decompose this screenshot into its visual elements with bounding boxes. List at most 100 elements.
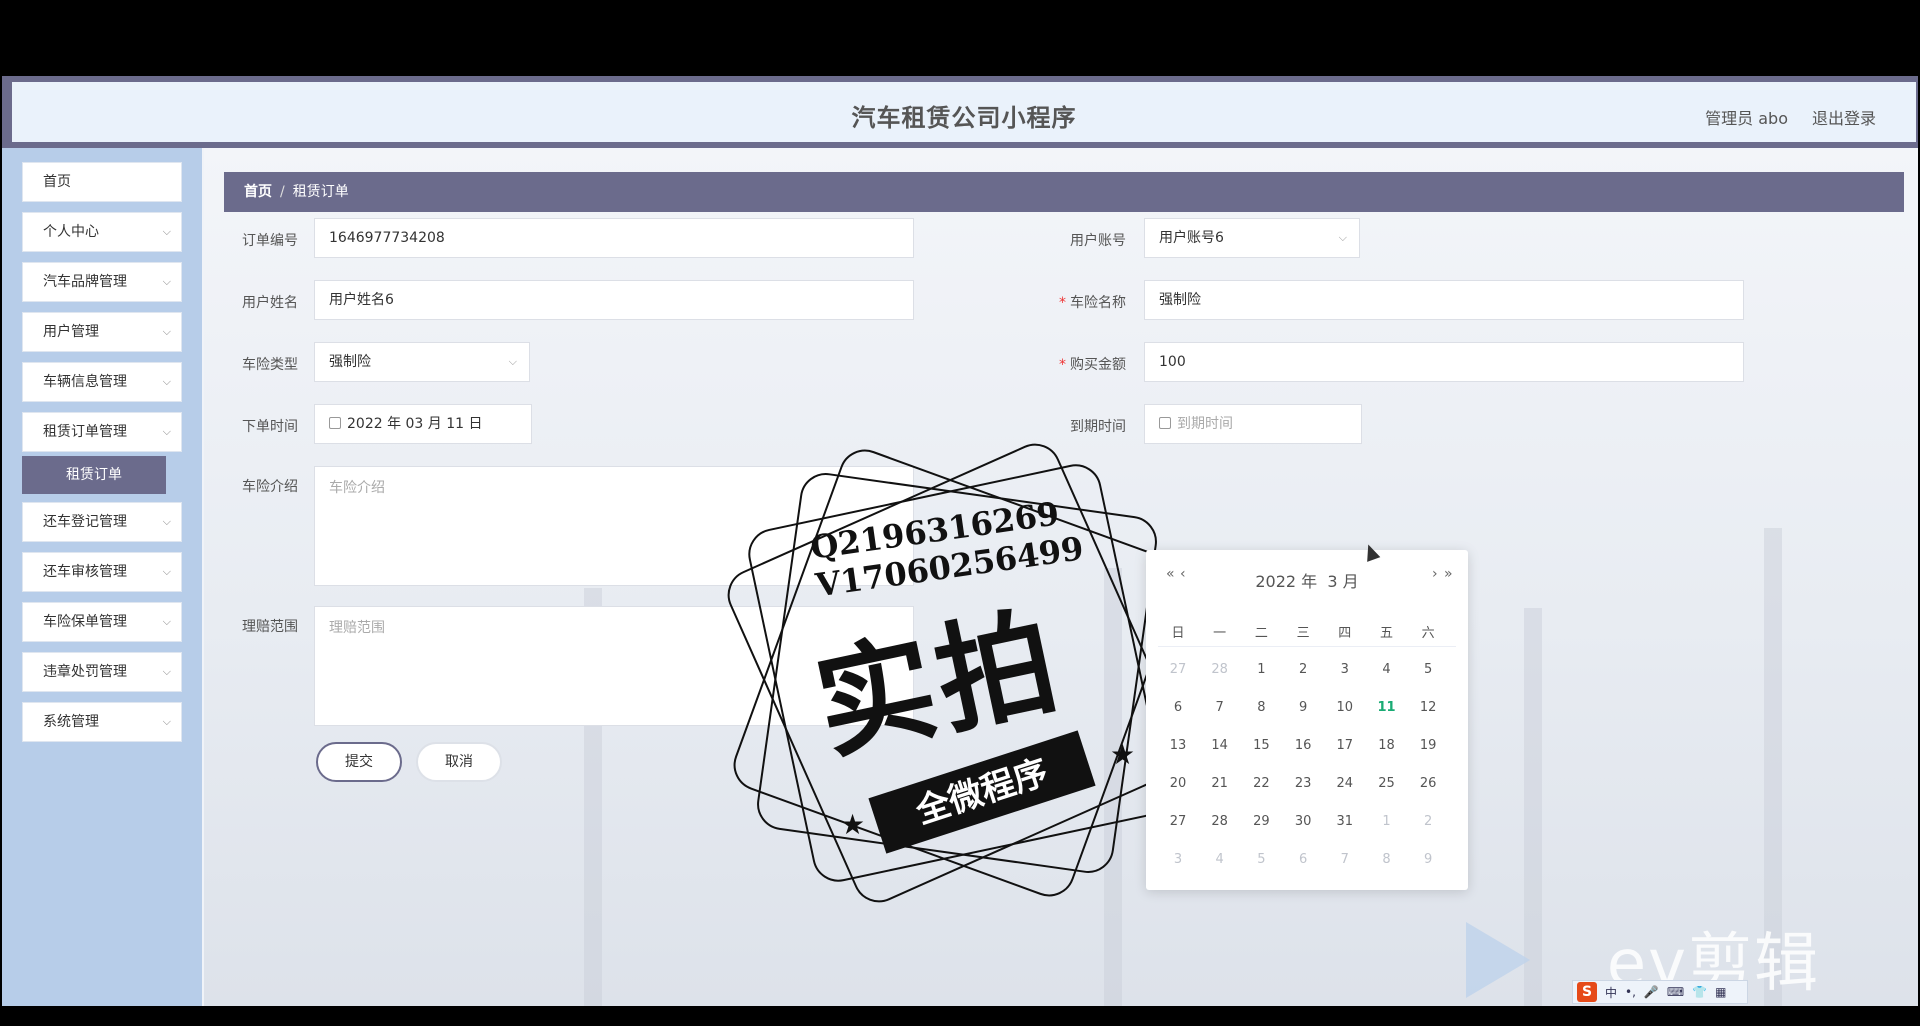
ev-play-logo-icon (1466, 922, 1530, 998)
calendar-day[interactable]: 16 (1283, 738, 1323, 753)
chevron-down-icon: ⌵ (162, 715, 171, 728)
sidebar-item[interactable]: 车险保单管理 ⌵ (22, 602, 182, 642)
sidebar-item[interactable]: 还车登记管理 ⌵ (22, 502, 182, 542)
calendar-day[interactable]: 2 (1408, 814, 1448, 829)
claim-scope-textarea[interactable]: 理赔范围 (314, 606, 914, 726)
sidebar-item[interactable]: 系统管理 ⌵ (22, 702, 182, 742)
sidebar-item[interactable]: 租赁订单管理 ⌵ (22, 412, 182, 452)
calendar-day-today[interactable]: 11 (1367, 700, 1407, 715)
sidebar-item-label: 汽车品牌管理 (43, 274, 127, 290)
insurance-type-label: 车险类型 (242, 357, 298, 373)
calendar-day[interactable]: 19 (1408, 738, 1448, 753)
logout-link[interactable]: 退出登录 (1812, 105, 1876, 129)
calendar-day[interactable]: 7 (1325, 852, 1365, 867)
sidebar-item[interactable]: 用户管理 ⌵ (22, 312, 182, 352)
calendar-day[interactable]: 10 (1325, 700, 1365, 715)
calendar-day[interactable]: 3 (1325, 662, 1365, 677)
calendar-day[interactable]: 12 (1408, 700, 1448, 715)
calendar-day[interactable]: 25 (1367, 776, 1407, 791)
ime-toolbar-item[interactable]: 中 (1605, 984, 1617, 1001)
calendar-day[interactable]: 18 (1367, 738, 1407, 753)
calendar-icon (329, 417, 341, 429)
ime-toolbar-item[interactable]: ▦ (1715, 985, 1726, 999)
calendar-day[interactable]: 6 (1283, 852, 1323, 867)
sidebar-subitem-rental-order[interactable]: 租赁订单 (22, 456, 166, 494)
calendar-day[interactable]: 31 (1325, 814, 1365, 829)
chevron-down-icon: ⌵ (162, 325, 171, 338)
user-account-select[interactable]: 用户账号6 ⌵ (1144, 218, 1360, 258)
date-picker-year[interactable]: 2022 年 (1255, 572, 1317, 591)
app-body: 首页 个人中心 ⌵ 汽车品牌管理 ⌵ 用户管理 ⌵ 车辆信息管理 ⌵ 租赁订单管理 ⌵ 还车登记管理 ⌵… (2, 148, 1918, 1006)
next-year-icon[interactable]: » (1444, 566, 1453, 582)
calendar-day[interactable]: 28 (1200, 662, 1240, 677)
calendar-day[interactable]: 17 (1325, 738, 1365, 753)
insurance-intro-textarea[interactable]: 车险介绍 (314, 466, 914, 586)
calendar-day[interactable]: 3 (1158, 852, 1198, 867)
chevron-down-icon: ⌵ (508, 355, 517, 368)
ime-toolbar-item[interactable]: ⌨ (1667, 985, 1684, 999)
calendar-day[interactable]: 1 (1241, 662, 1281, 677)
date-picker-title: 2022 年 3 月 (1146, 568, 1468, 592)
calendar-day[interactable]: 27 (1158, 814, 1198, 829)
calendar-day[interactable]: 7 (1200, 700, 1240, 715)
calendar-day[interactable]: 15 (1241, 738, 1281, 753)
calendar-day[interactable]: 20 (1158, 776, 1198, 791)
sidebar-item[interactable]: 个人中心 ⌵ (22, 212, 182, 252)
calendar-day[interactable]: 29 (1241, 814, 1281, 829)
sidebar-item[interactable]: 还车审核管理 ⌵ (22, 552, 182, 592)
required-mark: * (1059, 295, 1066, 311)
claim-scope-label: 理赔范围 (242, 619, 298, 635)
weekday-header: 二 (1254, 626, 1268, 641)
sidebar-item[interactable]: 汽车品牌管理 ⌵ (22, 262, 182, 302)
calendar-day[interactable]: 27 (1158, 662, 1198, 677)
chevron-down-icon: ⌵ (162, 375, 171, 388)
insurance-name-input[interactable]: 强制险 (1144, 280, 1744, 320)
cancel-button[interactable]: 取消 (416, 742, 502, 782)
calendar-day[interactable]: 22 (1241, 776, 1281, 791)
admin-user: 管理员 abo (1705, 109, 1788, 128)
calendar-day[interactable]: 21 (1200, 776, 1240, 791)
weekday-header: 三 (1296, 626, 1310, 641)
calendar-day[interactable]: 24 (1325, 776, 1365, 791)
breadcrumb-home[interactable]: 首页 (244, 184, 272, 200)
calendar-day[interactable]: 1 (1367, 814, 1407, 829)
calendar-day[interactable]: 9 (1408, 852, 1448, 867)
ime-toolbar-item[interactable]: 👕 (1692, 985, 1707, 999)
calendar-day[interactable]: 26 (1408, 776, 1448, 791)
chevron-down-icon: ⌵ (162, 665, 171, 678)
purchase-amount-input[interactable]: 100 (1144, 342, 1744, 382)
date-picker-month[interactable]: 3 月 (1327, 572, 1358, 591)
next-month-icon[interactable]: › (1432, 566, 1438, 582)
user-name-input[interactable]: 用户姓名6 (314, 280, 914, 320)
calendar-day[interactable]: 14 (1200, 738, 1240, 753)
sidebar-item-label: 车险保单管理 (43, 614, 127, 630)
ime-toolbar-item[interactable]: 🎤 (1644, 985, 1659, 999)
calendar-day[interactable]: 13 (1158, 738, 1198, 753)
calendar-day[interactable]: 4 (1200, 852, 1240, 867)
calendar-day[interactable]: 8 (1241, 700, 1281, 715)
calendar-day[interactable]: 5 (1241, 852, 1281, 867)
user-account-label: 用户账号 (1070, 233, 1126, 249)
expire-time-input[interactable]: 到期时间 (1144, 404, 1362, 444)
sogou-logo-icon[interactable]: S (1577, 982, 1597, 1002)
sidebar-item[interactable]: 首页 (22, 162, 182, 202)
order-time-input[interactable]: 2022 年 03 月 11 日 (314, 404, 532, 444)
calendar-day[interactable]: 9 (1283, 700, 1323, 715)
breadcrumb-current: 租赁订单 (292, 184, 349, 200)
order-time-label: 下单时间 (242, 419, 298, 435)
insurance-type-select[interactable]: 强制险 ⌵ (314, 342, 530, 382)
submit-button[interactable]: 提交 (316, 742, 402, 782)
calendar-day[interactable]: 5 (1408, 662, 1448, 677)
ime-toolbar-item[interactable]: •, (1625, 985, 1636, 999)
order-no-input[interactable]: 1646977734208 (314, 218, 914, 258)
calendar-day[interactable]: 23 (1283, 776, 1323, 791)
sidebar-item[interactable]: 车辆信息管理 ⌵ (22, 362, 182, 402)
calendar-day[interactable]: 6 (1158, 700, 1198, 715)
purchase-amount-label: * 购买金额 (1046, 354, 1126, 374)
calendar-day[interactable]: 8 (1367, 852, 1407, 867)
calendar-day[interactable]: 28 (1200, 814, 1240, 829)
calendar-day[interactable]: 4 (1367, 662, 1407, 677)
sidebar-item[interactable]: 违章处罚管理 ⌵ (22, 652, 182, 692)
calendar-day[interactable]: 2 (1283, 662, 1323, 677)
calendar-day[interactable]: 30 (1283, 814, 1323, 829)
